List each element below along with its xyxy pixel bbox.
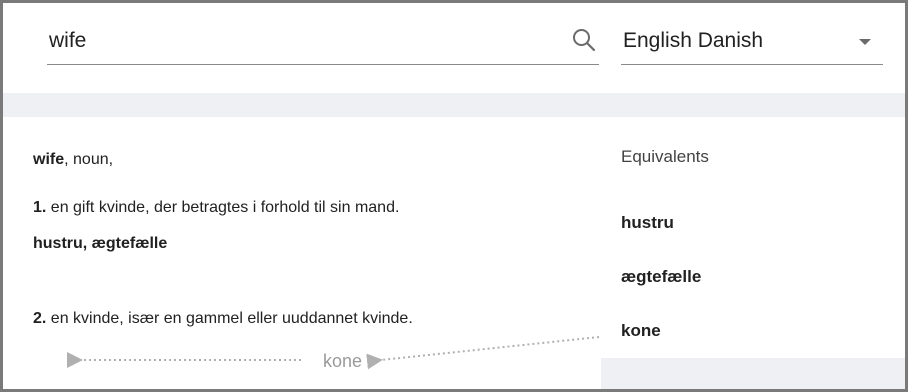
equivalent-item[interactable]: ægtefælle xyxy=(621,267,701,287)
sense-definition: en kvinde, især en gammel eller uuddanne… xyxy=(46,310,413,327)
divider-band xyxy=(3,93,905,117)
language-select-value: English Danish xyxy=(623,29,764,52)
sense-number: 2. xyxy=(33,310,47,327)
headword: wife xyxy=(33,151,65,168)
sense-definition: en gift kvinde, der betragtes i forhold … xyxy=(46,199,400,216)
app-window: English Danish wife, noun, 1. en gift kv… xyxy=(0,0,908,392)
equivalent-item[interactable]: hustru xyxy=(621,213,674,233)
sense-2: 2. en kvinde, især en gammel eller uudda… xyxy=(33,310,413,328)
search-field xyxy=(47,21,599,65)
equivalents-panel: Equivalents hustru ægtefælle kone xyxy=(601,117,905,389)
sense-2-translation-dragging[interactable]: kone xyxy=(323,351,362,372)
equivalent-item[interactable]: kone xyxy=(621,321,661,341)
sense-1-translations: hustru, ægtefælle xyxy=(33,235,168,252)
definition-panel: wife, noun, 1. en gift kvinde, der betra… xyxy=(3,117,601,389)
search-input[interactable] xyxy=(49,23,549,59)
chevron-down-icon[interactable] xyxy=(859,39,871,45)
equivalents-title: Equivalents xyxy=(621,147,709,166)
headword-line: wife, noun, xyxy=(33,151,113,169)
language-select[interactable]: English Danish xyxy=(621,21,883,65)
part-of-speech: , noun, xyxy=(64,151,114,168)
search-icon[interactable] xyxy=(571,27,597,53)
search-bar: English Danish xyxy=(3,3,905,93)
sense-number: 1. xyxy=(33,199,47,216)
sense-1: 1. en gift kvinde, der betragtes i forho… xyxy=(33,199,399,217)
equivalents-footer-band xyxy=(601,358,905,389)
